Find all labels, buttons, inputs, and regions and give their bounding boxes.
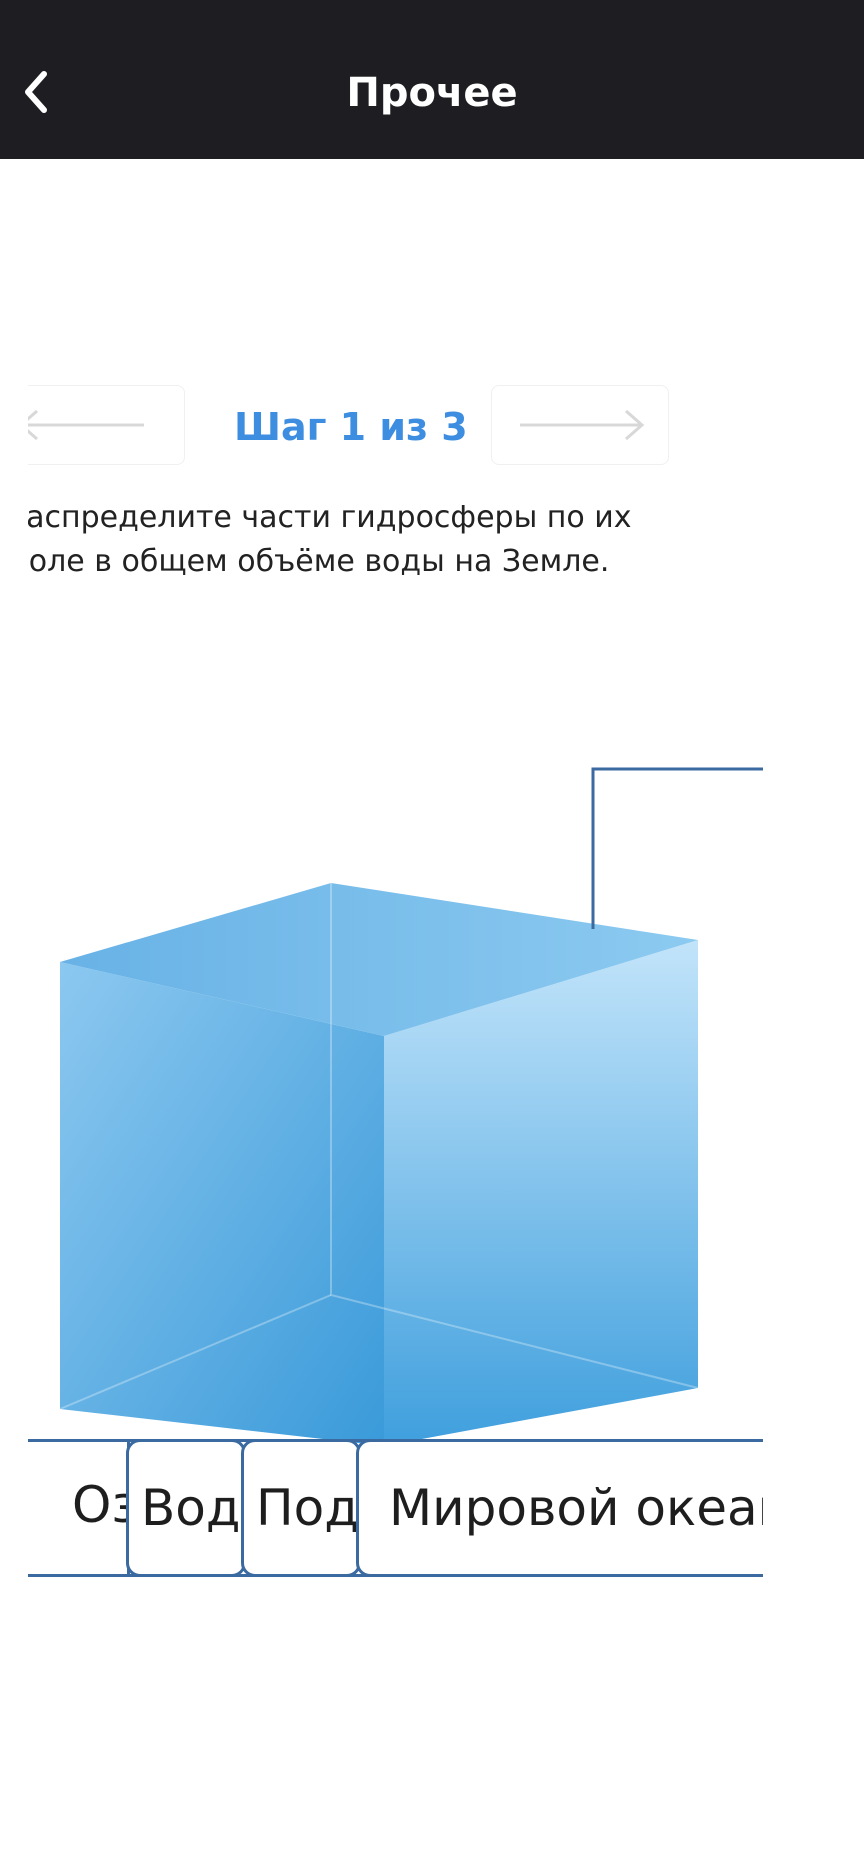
option-chip[interactable]: Подземные воды — [241, 1439, 361, 1577]
top-bar: Прочее — [0, 0, 864, 159]
option-label: Подземные воды — [256, 1479, 359, 1537]
water-volume-cube — [59, 767, 763, 1446]
strip-top-line — [28, 1439, 763, 1442]
option-label: Озёра — [72, 1476, 127, 1534]
strip-bottom-line — [28, 1574, 763, 1577]
option-chip[interactable]: Мировой океан — [356, 1439, 763, 1577]
option-label: Мировой океан — [389, 1479, 763, 1537]
option-label: Водяной пар атмосферы — [141, 1479, 243, 1537]
options-strip: Озёра Водяной пар атмосферы Подземные во… — [28, 1439, 763, 1577]
option-chip[interactable]: Водяной пар атмосферы — [126, 1439, 246, 1577]
page-title: Прочее — [346, 70, 518, 116]
option-chip[interactable]: Озёра — [28, 1439, 130, 1577]
answer-bracket — [591, 767, 763, 929]
exercise-area: Шаг 1 из 3 Распределите части гидросферы… — [28, 159, 763, 1871]
